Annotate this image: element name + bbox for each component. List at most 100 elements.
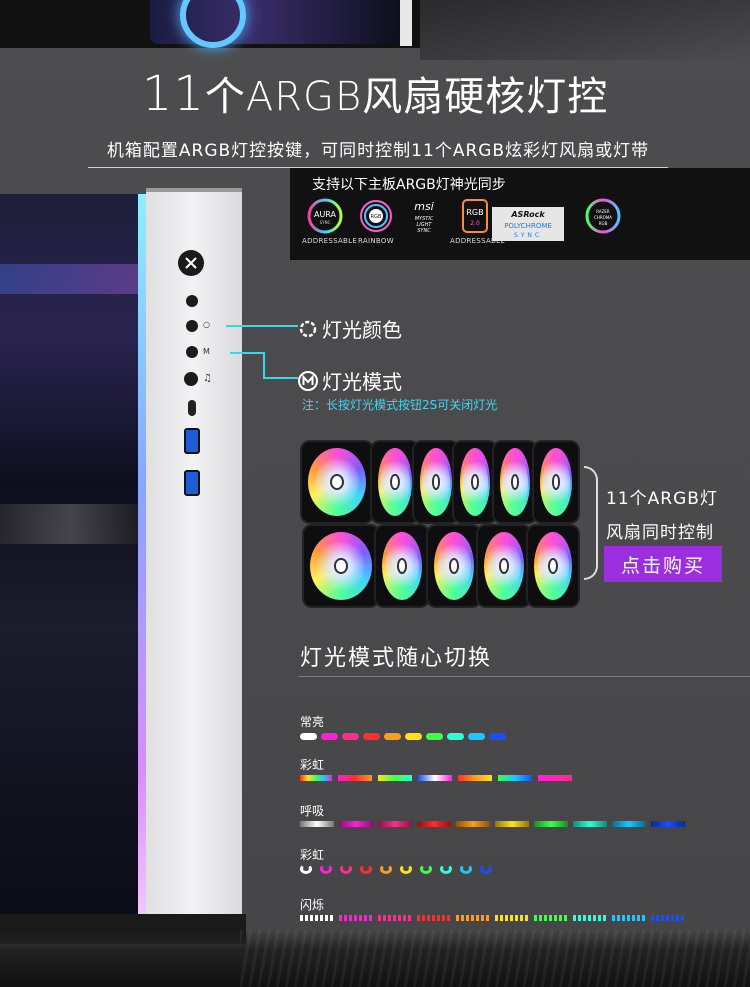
cycle-dot <box>360 864 372 874</box>
svg-text:RAZER: RAZER <box>596 209 610 214</box>
reset-button[interactable] <box>186 295 198 307</box>
flash-segment <box>612 915 646 921</box>
rainbow-segment <box>538 775 572 781</box>
argb-fan <box>478 526 530 606</box>
usb-c-port[interactable] <box>188 400 196 416</box>
cycle-dot <box>300 864 312 874</box>
color-pill <box>321 733 338 740</box>
sync-title: 支持以下主板ARGB灯神光同步 <box>312 177 506 193</box>
aura-icon: AURA SYNC <box>307 198 343 234</box>
svg-text:CHROMA: CHROMA <box>594 215 612 220</box>
light-mode-button[interactable] <box>186 346 198 358</box>
power-icon <box>185 257 197 269</box>
audio-icon: ♫ <box>203 373 212 384</box>
asrock-polychrome-logo: ASRock POLYCHROME SYNC <box>490 206 566 242</box>
mode-note: 注：长按灯光模式按钮2S可关闭灯光 <box>302 398 498 412</box>
rainbow-segment <box>378 775 412 781</box>
argb-fan <box>534 442 578 522</box>
mode-m-icon <box>298 370 318 391</box>
mode-strip-solid <box>300 733 506 740</box>
argb-fan <box>528 526 578 606</box>
msi-icon: msi MYSTIC LIGHT SYNC <box>414 200 434 234</box>
mode-strip-rainbow-cycle <box>300 864 492 874</box>
mode-callout-line <box>263 352 265 378</box>
fan-sync-text: 风扇同时控制 <box>606 523 714 543</box>
rgb-fusion-icon: RGB 2.0 <box>462 199 488 233</box>
color-pill <box>468 733 485 740</box>
light-color-label: 灯光颜色 <box>298 314 402 343</box>
flash-segment <box>300 915 334 921</box>
mode-label-rainbow: 彩虹 <box>300 758 325 772</box>
headline-number: 11 <box>141 66 205 122</box>
svg-text:RGB: RGB <box>371 214 382 220</box>
light-mode-label: 灯光模式 <box>298 366 402 395</box>
mode-strip-flash <box>300 915 685 921</box>
logo-caption: RAINBOW <box>358 237 394 245</box>
color-pill <box>363 733 380 740</box>
rainbow-segment <box>300 775 332 781</box>
breath-segment <box>300 821 334 827</box>
asus-rgb-rainbow-logo: RGB RAINBOW <box>356 198 396 245</box>
mode-strip-rainbow <box>300 775 572 781</box>
buy-button[interactable]: 点击购买 <box>604 546 722 582</box>
power-button[interactable] <box>178 250 204 276</box>
cycle-dot <box>320 864 332 874</box>
svg-text:SYNC: SYNC <box>514 232 542 239</box>
svg-text:RGB: RGB <box>466 208 483 217</box>
color-cycle-icon <box>299 320 317 337</box>
svg-text:msi: msi <box>414 200 434 213</box>
asus-aura-sync-logo: AURA SYNC ADDRESSABLE <box>302 198 357 245</box>
flash-segment <box>651 915 685 921</box>
color-pill <box>300 733 317 740</box>
flash-segment <box>534 915 568 921</box>
svg-text:RGB: RGB <box>599 221 608 226</box>
argb-fan <box>304 526 378 606</box>
color-pill <box>342 733 359 740</box>
top-case-preview <box>0 0 750 60</box>
asrock-icon: ASRock POLYCHROME SYNC <box>492 207 564 241</box>
top-case-edge <box>400 0 412 46</box>
mode-label-breathing: 呼吸 <box>300 804 325 818</box>
light-color-text: 灯光颜色 <box>322 318 402 342</box>
flash-segment <box>378 915 412 921</box>
flash-segment <box>573 915 607 921</box>
breath-segment <box>534 821 568 827</box>
rainbow-segment <box>498 775 532 781</box>
headline: 11个ARGB风扇硬核灯控 <box>0 64 750 122</box>
msi-mystic-light-logo: msi MYSTIC LIGHT SYNC <box>402 198 446 236</box>
argb-fan <box>372 442 418 522</box>
light-mode-text: 灯光模式 <box>322 370 402 394</box>
argb-fan <box>494 442 536 522</box>
cycle-dot <box>400 864 412 874</box>
svg-text:AURA: AURA <box>314 210 337 219</box>
cycle-dot <box>380 864 392 874</box>
cycle-dot <box>480 864 492 874</box>
mode-divider <box>298 676 750 677</box>
argb-fan <box>302 442 372 522</box>
headline-text: 个ARGB风扇硬核灯控 <box>204 74 609 120</box>
argb-fan <box>454 442 496 522</box>
product-page: 11个ARGB风扇硬核灯控 机箱配置ARGB灯控按键，可同时控制11个ARGB炫… <box>0 0 750 987</box>
flash-segment <box>456 915 490 921</box>
mode-button-icon: M <box>203 347 210 356</box>
rgb-rainbow-icon: RGB <box>360 200 392 232</box>
svg-text:SYNC: SYNC <box>417 228 431 234</box>
breath-segment <box>495 821 529 827</box>
razer-chroma-icon: RAZER CHROMA RGB <box>585 198 621 234</box>
breath-segment <box>651 821 685 827</box>
case-top-edge <box>146 188 242 192</box>
usb3-port[interactable] <box>184 428 200 454</box>
mode-callout-line <box>263 377 298 379</box>
cycle-dot <box>440 864 452 874</box>
usb3-port[interactable] <box>184 470 200 496</box>
fan-brace <box>584 466 598 580</box>
audio-jack[interactable] <box>184 372 198 386</box>
breath-segment <box>339 821 373 827</box>
brush-stroke-top <box>420 0 750 60</box>
flash-segment <box>495 915 529 921</box>
argb-light-strip <box>138 194 146 914</box>
cycle-dot <box>420 864 432 874</box>
cycle-dot <box>460 864 472 874</box>
light-color-button[interactable] <box>186 320 198 332</box>
razer-chroma-logo: RAZER CHROMA RGB <box>582 198 624 234</box>
